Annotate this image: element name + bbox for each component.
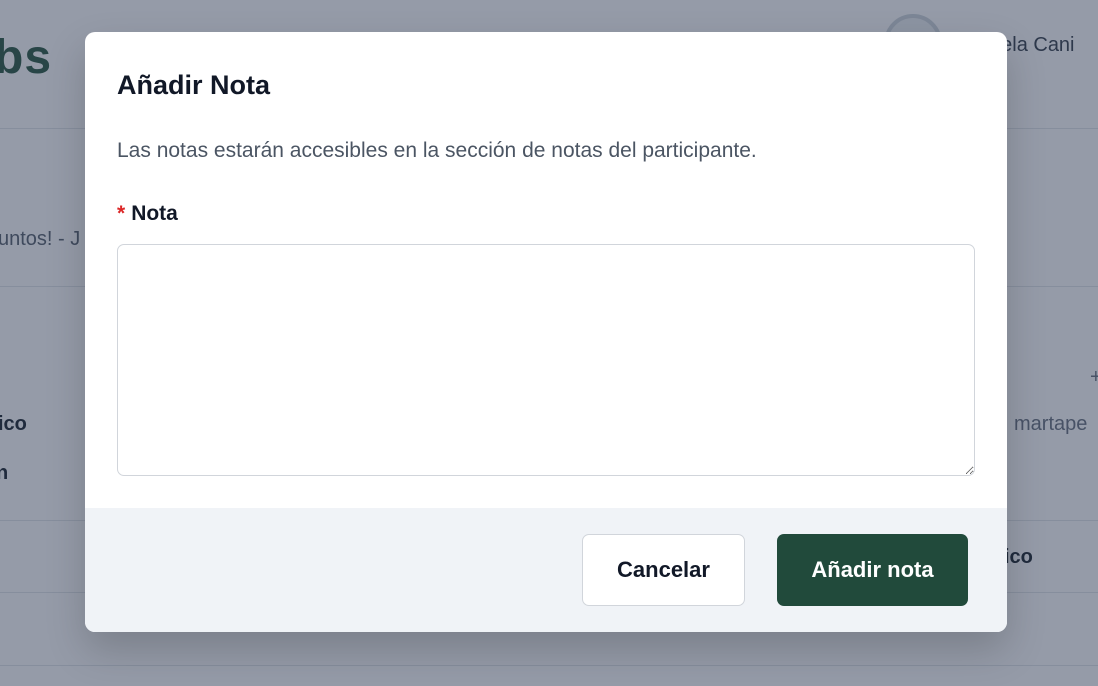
note-field-label: * Nota (117, 202, 178, 226)
modal-footer: Cancelar Añadir nota (85, 508, 1007, 632)
required-marker: * (117, 202, 126, 225)
add-note-button[interactable]: Añadir nota (777, 534, 968, 606)
modal-title: Añadir Nota (117, 70, 271, 100)
add-note-modal: Añadir Nota Las notas estarán accesibles… (85, 32, 1007, 632)
note-textarea[interactable] (117, 244, 975, 476)
modal-description: Las notas estarán accesibles en la secci… (117, 139, 757, 162)
note-label-text: Nota (131, 202, 178, 225)
cancel-button[interactable]: Cancelar (582, 534, 745, 606)
